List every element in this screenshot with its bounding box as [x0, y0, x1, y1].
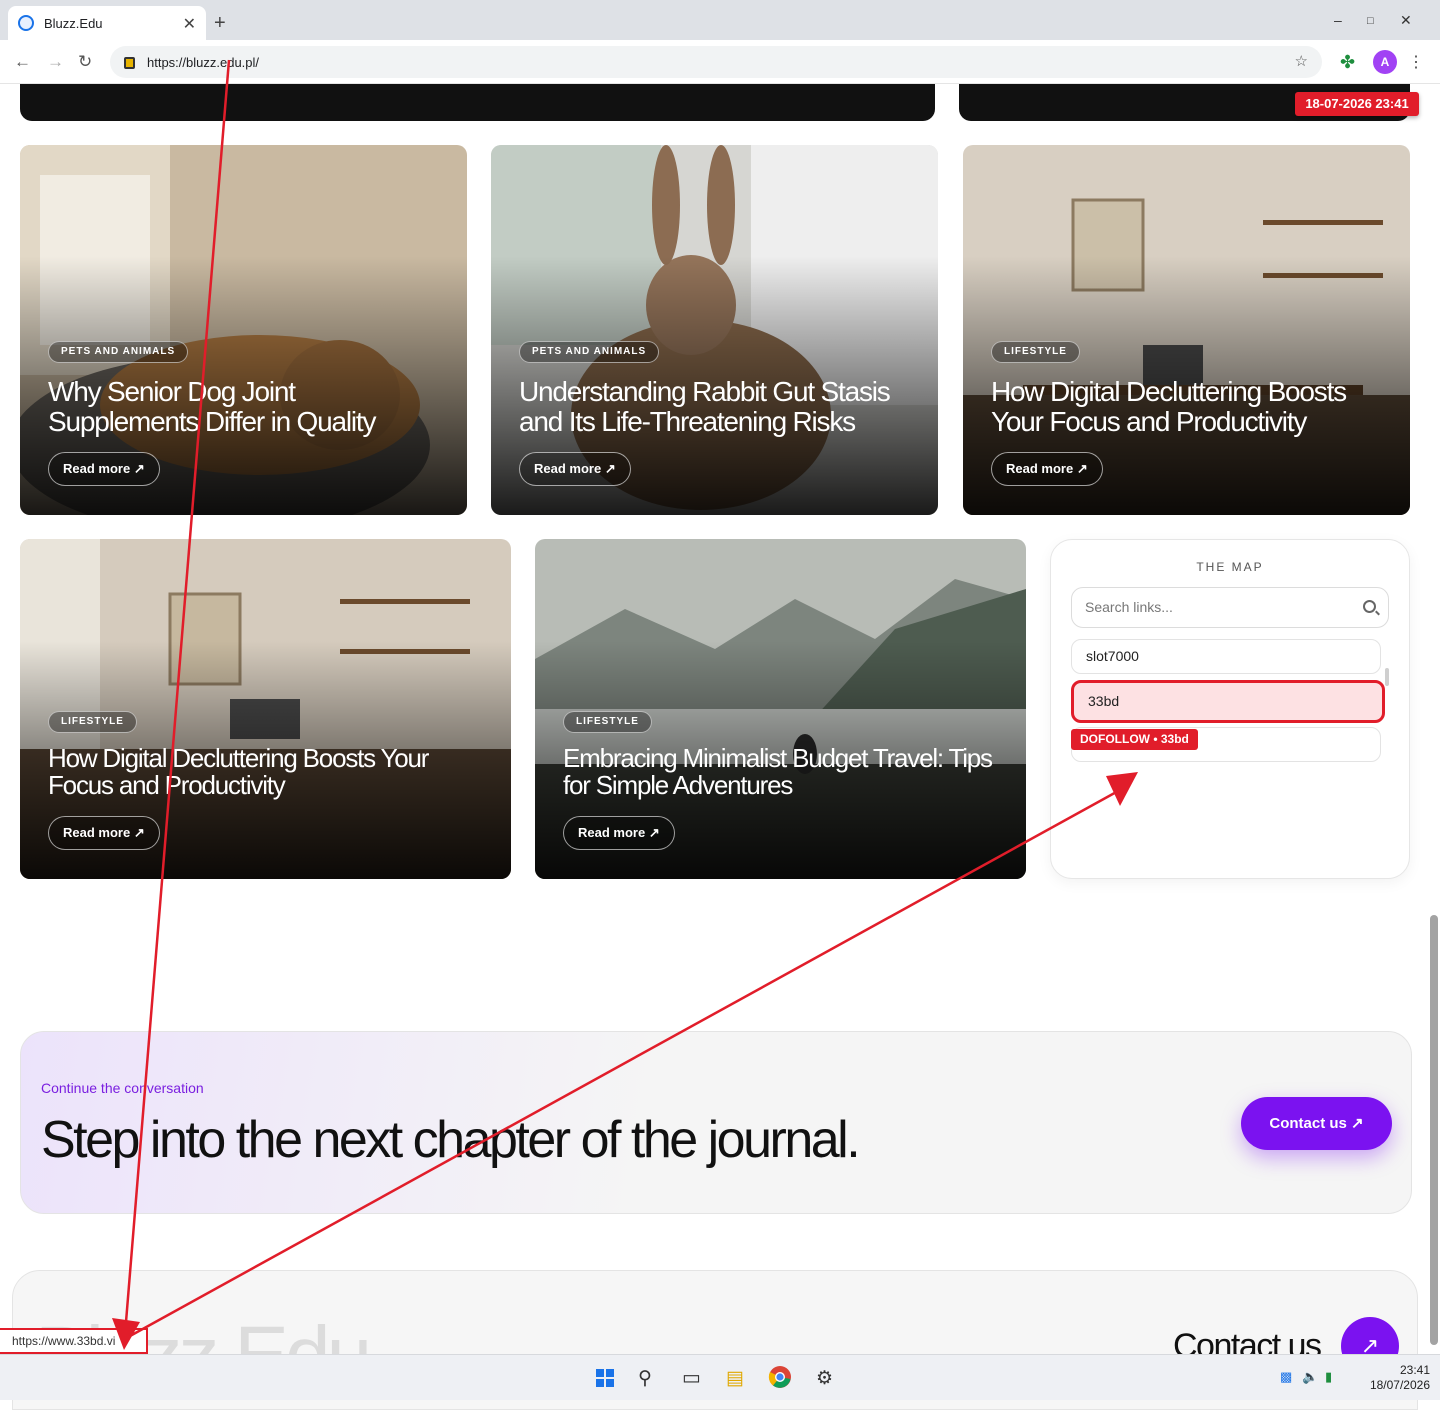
- new-tab-icon[interactable]: +: [214, 12, 226, 35]
- arrow-up-right-icon: ↗: [648, 825, 660, 840]
- card-title[interactable]: Why Senior Dog Joint Supplements Differ …: [48, 377, 448, 437]
- read-more-label: Read more: [63, 825, 131, 840]
- reload-icon[interactable]: ↻: [78, 52, 92, 72]
- taskbar-clock[interactable]: 23:41 18/07/2026: [1340, 1363, 1430, 1393]
- read-more-button[interactable]: Read more ↗: [48, 452, 160, 486]
- article-card[interactable]: PETS AND ANIMALS Understanding Rabbit Gu…: [491, 145, 938, 515]
- card-title[interactable]: Understanding Rabbit Gut Stasis and Its …: [519, 377, 919, 437]
- read-more-button[interactable]: Read more ↗: [563, 816, 675, 850]
- arrow-up-right-icon: ↗: [1076, 461, 1088, 476]
- read-more-label: Read more: [63, 461, 131, 476]
- tab-title: Bluzz.Edu: [44, 15, 103, 31]
- network-icon[interactable]: ▩: [1280, 1369, 1292, 1385]
- map-widget: THE MAP Search links... slot7000 33bd: [1050, 539, 1410, 879]
- bookmark-star-icon[interactable]: ☆: [1295, 52, 1308, 70]
- map-link-item-highlighted[interactable]: 33bd: [1071, 680, 1385, 723]
- profile-avatar[interactable]: A: [1373, 50, 1397, 74]
- browser-tab-bar: Bluzz.Edu ✕ + – □ ✕: [0, 0, 1440, 40]
- map-list-scrollbar[interactable]: [1385, 668, 1389, 686]
- previous-card-left[interactable]: [20, 84, 935, 121]
- lock-icon: [124, 57, 135, 69]
- article-card[interactable]: LIFESTYLE Embracing Minimalist Budget Tr…: [535, 539, 1026, 879]
- settings-gear-icon[interactable]: ⚙: [816, 1367, 833, 1390]
- card-category[interactable]: PETS AND ANIMALS: [519, 341, 660, 363]
- article-card[interactable]: LIFESTYLE How Digital Decluttering Boost…: [963, 145, 1410, 515]
- arrow-up-right-icon: ↗: [133, 461, 145, 476]
- chrome-icon[interactable]: [768, 1365, 792, 1395]
- status-url-tooltip: https://www.33bd.vi: [0, 1328, 148, 1354]
- back-icon[interactable]: ←: [14, 52, 31, 72]
- os-taskbar: ⚲ ▭ ▤ ⚙ ▩ 🔈 ▮ 23:41 18/07/2026: [0, 1354, 1440, 1400]
- search-placeholder: Search links...: [1085, 599, 1173, 615]
- cta-kicker: Continue the conversation: [41, 1080, 204, 1096]
- file-explorer-icon[interactable]: ▤: [726, 1367, 744, 1390]
- card-title[interactable]: Embracing Minimalist Budget Travel: Tips…: [563, 745, 1013, 799]
- search-icon[interactable]: [1363, 600, 1376, 613]
- card-title[interactable]: How Digital Decluttering Boosts Your Foc…: [991, 377, 1391, 437]
- extension-puzzle-icon[interactable]: ✤: [1340, 52, 1355, 73]
- read-more-label: Read more: [534, 461, 602, 476]
- contact-us-label: Contact us: [1269, 1115, 1347, 1132]
- card-category[interactable]: LIFESTYLE: [563, 711, 652, 733]
- contact-us-button[interactable]: Contact us ↗: [1241, 1097, 1392, 1150]
- article-card[interactable]: LIFESTYLE How Digital Decluttering Boost…: [20, 539, 511, 879]
- map-link-item[interactable]: slot7000: [1071, 639, 1381, 674]
- minimize-icon[interactable]: –: [1334, 12, 1342, 28]
- forward-icon[interactable]: →: [47, 52, 64, 72]
- close-tab-icon[interactable]: ✕: [183, 14, 196, 34]
- close-window-icon[interactable]: ✕: [1400, 12, 1412, 29]
- page-scrollbar[interactable]: [1430, 915, 1438, 1345]
- article-card[interactable]: PETS AND ANIMALS Why Senior Dog Joint Su…: [20, 145, 467, 515]
- clock-date: 18/07/2026: [1369, 1378, 1430, 1392]
- read-more-button[interactable]: Read more ↗: [519, 452, 631, 486]
- volume-icon[interactable]: 🔈: [1302, 1369, 1318, 1385]
- card-category[interactable]: PETS AND ANIMALS: [48, 341, 189, 363]
- url-text: https://bluzz.edu.pl/: [147, 54, 260, 70]
- browser-tab[interactable]: Bluzz.Edu ✕: [8, 6, 206, 40]
- address-bar[interactable]: https://bluzz.edu.pl/ ☆: [110, 46, 1322, 78]
- search-links-input[interactable]: Search links...: [1071, 587, 1389, 628]
- arrow-up-right-icon: ↗: [1351, 1115, 1364, 1132]
- card-category[interactable]: LIFESTYLE: [48, 711, 137, 733]
- read-more-label: Read more: [1006, 461, 1074, 476]
- browser-toolbar: ← → ↻ https://bluzz.edu.pl/ ☆: [0, 40, 1440, 84]
- browser-menu-icon[interactable]: ⋮: [1408, 52, 1424, 72]
- windows-start-icon[interactable]: [596, 1369, 614, 1387]
- card-title[interactable]: How Digital Decluttering Boosts Your Foc…: [48, 745, 498, 799]
- globe-icon: [18, 15, 34, 31]
- maximize-icon[interactable]: □: [1367, 15, 1374, 27]
- cta-banner: Continue the conversation Step into the …: [20, 1031, 1412, 1214]
- card-category[interactable]: LIFESTYLE: [991, 341, 1080, 363]
- search-icon[interactable]: ⚲: [638, 1367, 652, 1390]
- dofollow-badge: DOFOLLOW • 33bd: [1071, 729, 1198, 750]
- timestamp-stamp: 18-07-2026 23:41: [1295, 92, 1419, 116]
- read-more-label: Read more: [578, 825, 646, 840]
- read-more-button[interactable]: Read more ↗: [991, 452, 1103, 486]
- cta-headline: Step into the next chapter of the journa…: [41, 1111, 861, 1169]
- map-title: THE MAP: [1196, 560, 1264, 574]
- battery-icon[interactable]: ▮: [1325, 1369, 1332, 1385]
- read-more-button[interactable]: Read more ↗: [48, 816, 160, 850]
- arrow-up-right-icon: ↗: [133, 825, 145, 840]
- task-view-icon[interactable]: ▭: [682, 1365, 701, 1390]
- clock-time: 23:41: [1399, 1363, 1430, 1377]
- arrow-up-right-icon: ↗: [604, 461, 616, 476]
